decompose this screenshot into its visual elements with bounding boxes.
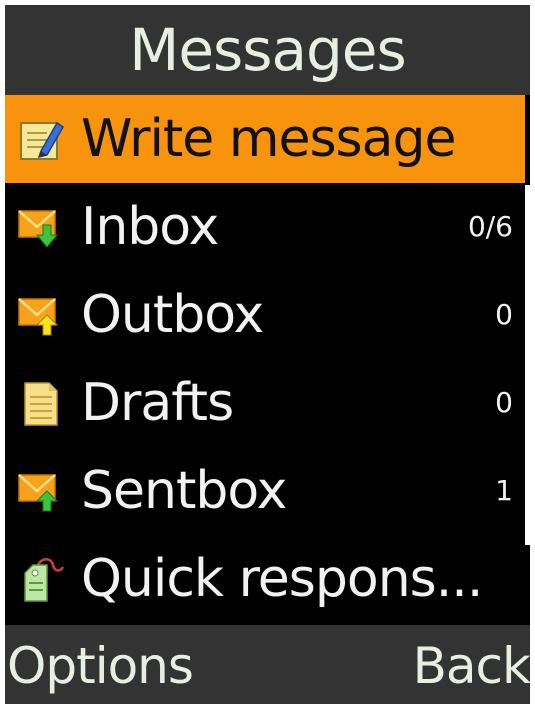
menu-item-write-message[interactable]: Write message: [5, 95, 525, 183]
inbox-count: 0/6: [467, 210, 513, 243]
menu-item-label: Sentbox: [81, 461, 287, 521]
menu-item-label: Write message: [81, 109, 457, 169]
menu-item-label: Outbox: [81, 285, 264, 345]
quick-response-icon: [17, 557, 65, 603]
outbox-icon: [17, 293, 65, 339]
scrollbar[interactable]: [525, 95, 530, 625]
softkey-bar: Options Back: [5, 625, 530, 704]
menu-item-quick-responses[interactable]: Quick respons...: [5, 535, 525, 623]
write-message-icon: [17, 117, 65, 163]
outbox-count: 0: [495, 298, 513, 331]
drafts-icon: [17, 381, 65, 427]
back-softkey[interactable]: Back: [413, 625, 530, 704]
menu-item-inbox[interactable]: Inbox 0/6: [5, 183, 525, 271]
options-softkey[interactable]: Options: [7, 625, 194, 704]
sentbox-count: 1: [495, 474, 513, 507]
menu-item-sentbox[interactable]: Sentbox 1: [5, 447, 525, 535]
sentbox-icon: [17, 469, 65, 515]
page-title: Messages: [5, 5, 530, 95]
inbox-icon: [17, 205, 65, 251]
menu-item-label: Drafts: [81, 373, 234, 433]
phone-screen: Messages Write message Inbox 0/6 Outbox …: [5, 5, 530, 704]
messages-menu: Write message Inbox 0/6 Outbox 0 Drafts …: [5, 95, 530, 625]
menu-item-drafts[interactable]: Drafts 0: [5, 359, 525, 447]
scrollbar-thumb[interactable]: [525, 185, 530, 545]
drafts-count: 0: [495, 386, 513, 419]
menu-item-label: Quick respons...: [81, 549, 483, 609]
menu-item-label: Inbox: [81, 197, 219, 257]
menu-item-outbox[interactable]: Outbox 0: [5, 271, 525, 359]
